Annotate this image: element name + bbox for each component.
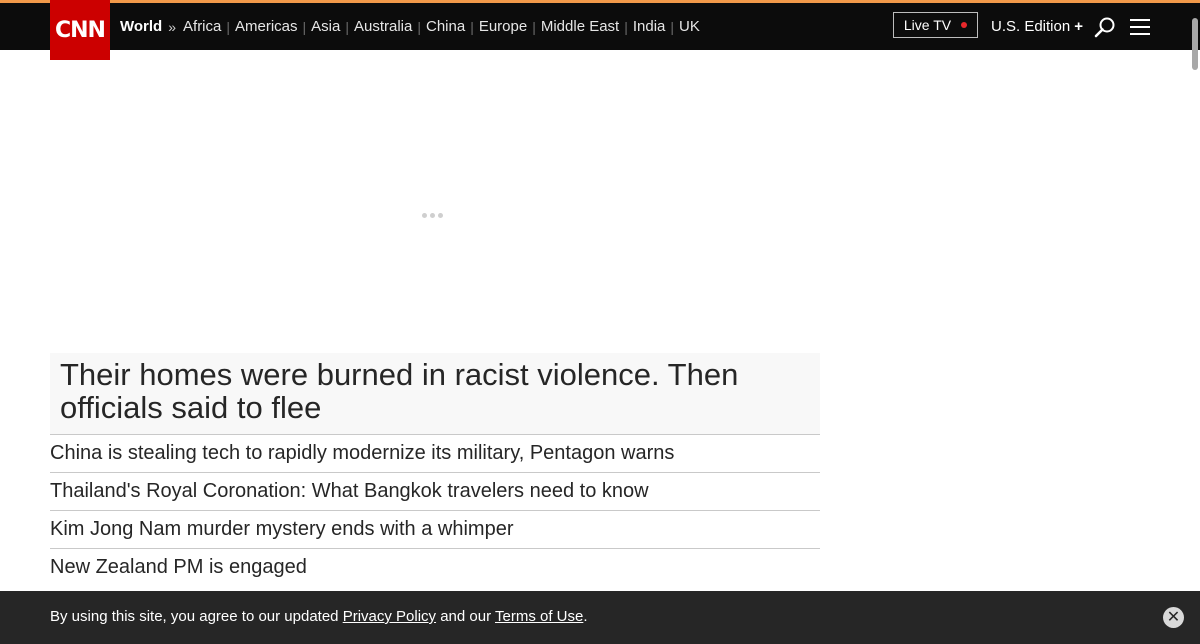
headline-list: Their homes were burned in racist violen… — [50, 353, 820, 586]
nav-link-china[interactable]: China — [426, 18, 465, 35]
nav-link-australia[interactable]: Australia — [354, 18, 412, 35]
nav-link-africa[interactable]: Africa — [183, 18, 221, 35]
plus-icon: + — [1074, 18, 1083, 35]
live-tv-label: Live TV — [903, 17, 952, 33]
live-indicator-icon — [961, 22, 968, 28]
top-navigation-bar: World » Africa | Americas | Asia | Austr… — [0, 0, 1200, 50]
consent-text-before: By using this site, you agree to our upd… — [50, 608, 343, 625]
nav-link-uk[interactable]: UK — [679, 18, 700, 35]
consent-text: By using this site, you agree to our upd… — [50, 608, 588, 625]
nav-separator: | — [226, 18, 230, 35]
nav-separator: | — [624, 18, 628, 35]
privacy-policy-link[interactable]: Privacy Policy — [343, 608, 436, 625]
edition-picker[interactable]: U.S. Edition + — [991, 3, 1083, 50]
nav-link-india[interactable]: India — [633, 18, 666, 35]
section-link-world[interactable]: World — [120, 18, 162, 35]
consent-text-after: . — [583, 608, 588, 625]
menu-icon[interactable] — [1130, 19, 1150, 35]
scrollbar-thumb[interactable] — [1192, 18, 1198, 70]
feature-headline[interactable]: Their homes were burned in racist violen… — [50, 353, 820, 435]
terms-of-use-link[interactable]: Terms of Use — [495, 608, 583, 625]
nav-separator: | — [417, 18, 421, 35]
nav-separator: | — [302, 18, 307, 35]
headline-item[interactable]: Thailand's Royal Coronation: What Bangko… — [50, 473, 820, 511]
headline-item[interactable]: New Zealand PM is engaged — [50, 549, 820, 586]
nav-separator: | — [345, 18, 349, 35]
cnn-logo[interactable]: CNN — [50, 0, 110, 60]
nav-separator: | — [470, 18, 474, 35]
live-tv-button[interactable]: Live TV — [893, 12, 978, 38]
consent-text-middle: and our — [436, 608, 495, 625]
edition-label: U.S. Edition — [991, 18, 1071, 35]
nav-link-americas[interactable]: Americas — [235, 18, 298, 35]
nav-link-asia[interactable]: Asia — [311, 18, 340, 35]
ad-loading-indicator — [422, 213, 443, 218]
breadcrumb-chevron: » — [168, 18, 177, 35]
nav-link-europe[interactable]: Europe — [479, 18, 527, 35]
nav-link-middle-east[interactable]: Middle East — [541, 18, 619, 35]
page: World » Africa | Americas | Asia | Austr… — [0, 0, 1200, 644]
nav-separator: | — [532, 18, 536, 35]
scrollbar[interactable] — [1188, 0, 1200, 644]
section-nav: World » Africa | Americas | Asia | Austr… — [120, 3, 700, 50]
close-icon[interactable]: ✕ — [1163, 607, 1184, 628]
headline-item[interactable]: China is stealing tech to rapidly modern… — [50, 435, 820, 473]
nav-separator: | — [670, 18, 675, 35]
cookie-consent-banner: By using this site, you agree to our upd… — [0, 591, 1200, 644]
headline-item[interactable]: Kim Jong Nam murder mystery ends with a … — [50, 511, 820, 549]
search-icon[interactable] — [1094, 16, 1116, 38]
